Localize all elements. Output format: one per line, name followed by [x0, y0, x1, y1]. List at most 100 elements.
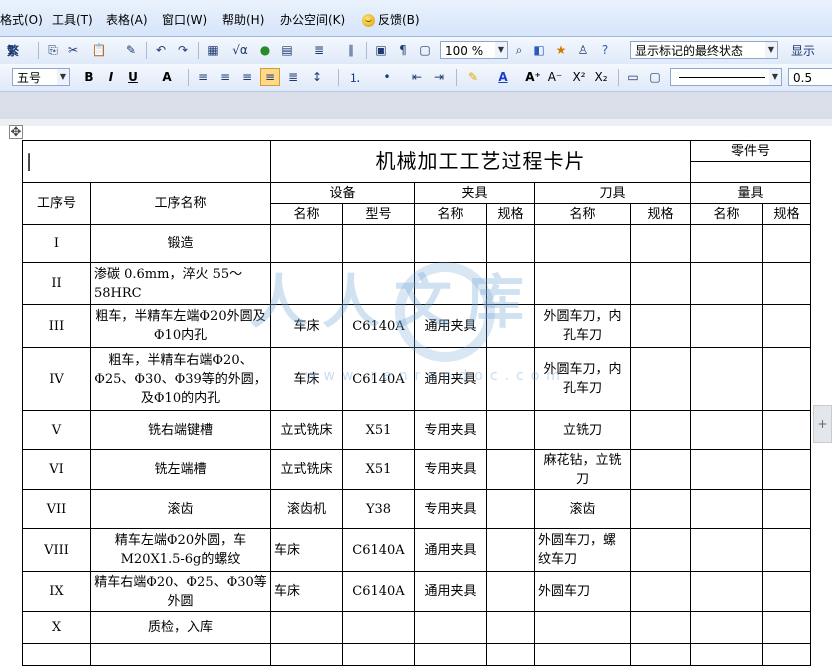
gauge-spec-cell[interactable]: [762, 528, 811, 572]
gauge-name-cell[interactable]: [690, 449, 763, 490]
empty-cell[interactable]: [270, 643, 343, 666]
tool-spec-cell[interactable]: [630, 224, 691, 263]
tool-name-cell[interactable]: 外圆车刀: [534, 571, 631, 612]
help-icon[interactable]: ?: [596, 41, 614, 59]
equipment-name-cell[interactable]: [270, 262, 343, 305]
op-name-cell[interactable]: 滚齿: [90, 489, 271, 529]
fixture-name-cell[interactable]: 专用夹具: [414, 449, 487, 490]
grow-font-icon[interactable]: A⁺: [524, 68, 542, 86]
gauge-name-cell[interactable]: [690, 262, 763, 305]
menu-feedback[interactable]: 反馈(B): [378, 11, 420, 28]
columns-icon[interactable]: ≣: [310, 41, 328, 59]
tool-spec-cell[interactable]: [630, 410, 691, 450]
equipment-name-cell[interactable]: 立式铣床: [270, 449, 343, 490]
gauge-spec-cell[interactable]: [762, 224, 811, 263]
fixture-spec-cell[interactable]: [486, 611, 535, 644]
gauge-spec-cell[interactable]: [762, 571, 811, 612]
fixture-spec-cell[interactable]: [486, 571, 535, 612]
tool-spec-cell[interactable]: [630, 611, 691, 644]
shrink-font-icon[interactable]: A⁻: [546, 68, 564, 86]
tool-spec-cell[interactable]: [630, 571, 691, 612]
line-style-select[interactable]: ▼: [670, 68, 782, 86]
fixture-name-cell[interactable]: 通用夹具: [414, 528, 487, 572]
tool-name-cell[interactable]: 麻花钻，立铣刀: [534, 449, 631, 490]
align-center-icon[interactable]: ≡: [216, 68, 234, 86]
tool-spec-cell[interactable]: [630, 304, 691, 348]
border-icon[interactable]: ▢: [646, 68, 664, 86]
gauge-name-cell[interactable]: [690, 347, 763, 411]
tool-name-cell[interactable]: 外圆车刀，内孔车刀: [534, 347, 631, 411]
insert-box-icon[interactable]: ▭: [624, 68, 642, 86]
menu-office-space[interactable]: 办公空间(K): [280, 11, 345, 28]
equipment-model-cell[interactable]: [342, 224, 415, 263]
op-name-cell[interactable]: 铣右端键槽: [90, 410, 271, 450]
tool-spec-cell[interactable]: [630, 449, 691, 490]
paste-icon[interactable]: 📋: [88, 41, 110, 59]
op-no-cell[interactable]: IX: [22, 571, 91, 612]
fixture-name-cell[interactable]: 专用夹具: [414, 489, 487, 529]
numbering-icon[interactable]: ⒈: [344, 68, 366, 86]
op-no-cell[interactable]: I: [22, 224, 91, 263]
distributed-icon[interactable]: ≣: [284, 68, 302, 86]
empty-cell[interactable]: [22, 643, 91, 666]
fixture-spec-cell[interactable]: [486, 410, 535, 450]
equipment-model-cell[interactable]: Y38: [342, 489, 415, 529]
tool-name-cell[interactable]: 外圆车刀，内孔车刀: [534, 304, 631, 348]
tool-name-cell[interactable]: [534, 611, 631, 644]
menu-format[interactable]: 格式(O): [0, 11, 43, 28]
italic-button[interactable]: I: [102, 68, 120, 86]
tool-name-cell[interactable]: 立铣刀: [534, 410, 631, 450]
justify-icon[interactable]: ≡: [260, 68, 280, 86]
tool-spec-cell[interactable]: [630, 489, 691, 529]
op-name-cell[interactable]: 铣左端槽: [90, 449, 271, 490]
part-number-value[interactable]: [690, 161, 811, 183]
fixture-name-cell[interactable]: 通用夹具: [414, 347, 487, 411]
underline-button[interactable]: U: [124, 68, 142, 86]
shirt-icon[interactable]: ♙: [574, 41, 592, 59]
tool-name-cell[interactable]: 滚齿: [534, 489, 631, 529]
fixture-spec-cell[interactable]: [486, 224, 535, 263]
superscript-icon[interactable]: X²: [570, 68, 588, 86]
gauge-name-cell[interactable]: [690, 611, 763, 644]
star-icon[interactable]: ★: [552, 41, 570, 59]
op-no-cell[interactable]: VIII: [22, 528, 91, 572]
table-grid-icon[interactable]: ▤: [278, 41, 296, 59]
copy-icon[interactable]: ⎘: [44, 41, 62, 59]
insert-table-icon[interactable]: ▦: [204, 41, 222, 59]
gauge-spec-cell[interactable]: [762, 262, 811, 305]
binoculars-icon[interactable]: ⌕: [510, 41, 528, 59]
menu-window[interactable]: 窗口(W): [162, 11, 207, 28]
op-name-cell[interactable]: 粗车，半精车右端Φ20、Φ25、Φ30、Φ39等的外圆，及Φ10的内孔: [90, 347, 271, 411]
gauge-name-cell[interactable]: [690, 410, 763, 450]
chart-icon[interactable]: ∥: [342, 41, 360, 59]
fixture-spec-cell[interactable]: [486, 449, 535, 490]
line-spacing-icon[interactable]: ↕: [306, 68, 328, 86]
fixture-spec-cell[interactable]: [486, 347, 535, 411]
undo-icon[interactable]: ↶: [152, 41, 170, 59]
equipment-model-cell[interactable]: X51: [342, 410, 415, 450]
font-color-icon[interactable]: A: [492, 68, 514, 86]
read-mode-icon[interactable]: ▢: [416, 41, 434, 59]
gauge-name-cell[interactable]: [690, 304, 763, 348]
equipment-model-cell[interactable]: [342, 262, 415, 305]
equipment-model-cell[interactable]: C6140A: [342, 571, 415, 612]
gauge-spec-cell[interactable]: [762, 611, 811, 644]
gauge-spec-cell[interactable]: [762, 304, 811, 348]
op-no-cell[interactable]: II: [22, 262, 91, 305]
zoom-select[interactable]: 100 % ▼: [440, 41, 508, 59]
redo-icon[interactable]: ↷: [174, 41, 192, 59]
increase-indent-icon[interactable]: ⇥: [430, 68, 448, 86]
fixture-spec-cell[interactable]: [486, 489, 535, 529]
fixture-name-cell[interactable]: [414, 224, 487, 263]
tool-name-cell[interactable]: 外圆车刀，螺纹车刀: [534, 528, 631, 572]
equipment-name-cell[interactable]: 车床: [270, 571, 343, 612]
equipment-model-cell[interactable]: C6140A: [342, 304, 415, 348]
table-move-handle-icon[interactable]: ✥: [9, 125, 23, 140]
traditional-chinese-button[interactable]: 繁: [4, 41, 22, 59]
op-no-cell[interactable]: X: [22, 611, 91, 644]
highlight-icon[interactable]: ✎: [462, 68, 484, 86]
fixture-name-cell[interactable]: 通用夹具: [414, 571, 487, 612]
equipment-model-cell[interactable]: X51: [342, 449, 415, 490]
op-name-cell[interactable]: 渗碳 0.6mm，淬火 55～58HRC: [90, 262, 271, 305]
equipment-name-cell[interactable]: 车床: [270, 528, 343, 572]
